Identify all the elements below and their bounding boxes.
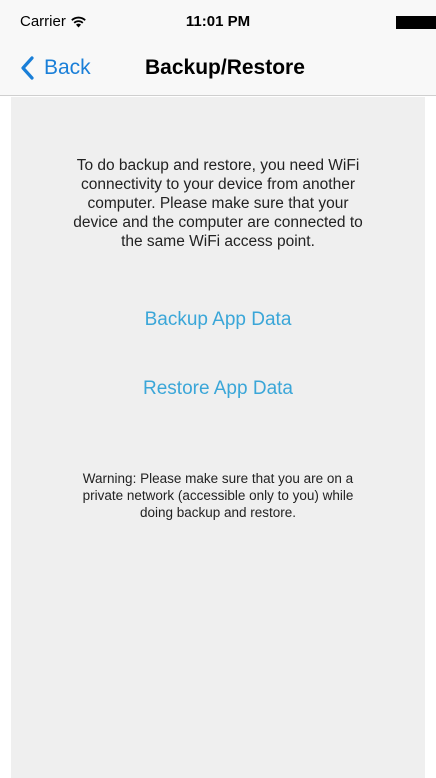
status-bar: Carrier 11:01 PM bbox=[0, 0, 436, 40]
page-title: Backup/Restore bbox=[145, 56, 305, 79]
status-time: 11:01 PM bbox=[185, 13, 251, 30]
backup-restore-screen: Carrier 11:01 PM Back Backup/Restore To … bbox=[0, 0, 436, 778]
instructions-text: To do backup and restore, you need WiFi … bbox=[73, 157, 363, 250]
back-label: Back bbox=[44, 56, 91, 79]
navigation-bar: Back Backup/Restore bbox=[0, 40, 436, 96]
battery-icon bbox=[396, 16, 436, 29]
back-button[interactable]: Back bbox=[20, 54, 91, 82]
backup-app-data-button[interactable]: Backup App Data bbox=[11, 309, 425, 331]
warning-text: Warning: Please make sure that you are o… bbox=[82, 471, 354, 520]
chevron-left-icon bbox=[21, 56, 34, 80]
restore-app-data-button[interactable]: Restore App Data bbox=[11, 378, 425, 400]
content-area: To do backup and restore, you need WiFi … bbox=[11, 97, 425, 778]
